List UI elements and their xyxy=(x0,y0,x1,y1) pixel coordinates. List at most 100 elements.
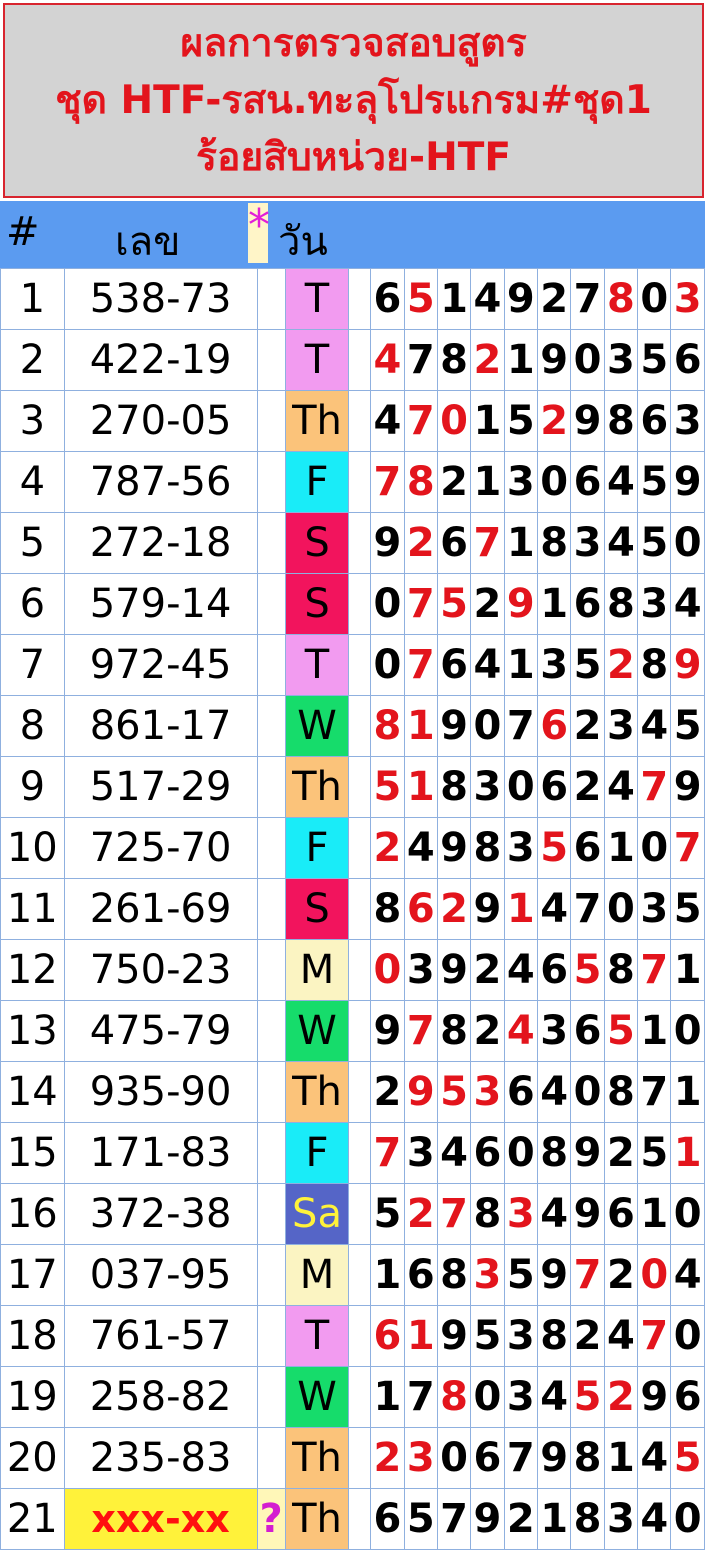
row-day-badge: Th xyxy=(284,756,350,818)
row-digit: 1 xyxy=(436,268,472,330)
table-row: 15 171-83 F 7 3 4 6 0 8 9 2 5 1 xyxy=(0,1122,705,1184)
row-spacer xyxy=(348,634,372,696)
row-index: 15 xyxy=(0,1122,65,1184)
row-digit: 0 xyxy=(570,1061,605,1123)
row-digit: 2 xyxy=(603,634,639,696)
row-digit: 1 xyxy=(503,512,539,574)
row-digit: 4 xyxy=(503,1000,539,1062)
row-digit: 5 xyxy=(637,329,672,391)
table-row: 7 972-45 T 0 7 6 4 1 3 5 2 8 9 xyxy=(0,634,705,696)
row-number: 750-23 xyxy=(63,939,258,1001)
row-digit: 6 xyxy=(503,1061,539,1123)
row-number: 258-82 xyxy=(63,1366,258,1428)
row-mark xyxy=(256,390,286,452)
row-mark xyxy=(256,756,286,818)
row-digit: 1 xyxy=(637,1183,672,1245)
row-mark xyxy=(256,878,286,940)
row-index: 3 xyxy=(0,390,65,452)
row-digit: 6 xyxy=(470,1427,505,1489)
row-number: 517-29 xyxy=(63,756,258,818)
row-digit: 8 xyxy=(403,451,438,513)
row-digit: 6 xyxy=(403,878,438,940)
row-digit: 6 xyxy=(370,268,405,330)
row-index: 5 xyxy=(0,512,65,574)
table-row: 8 861-17 W 8 1 9 0 7 6 2 3 4 5 xyxy=(0,695,705,757)
row-digit: 2 xyxy=(470,1000,505,1062)
row-digit: 7 xyxy=(570,878,605,940)
row-digit: 7 xyxy=(370,451,405,513)
row-mark xyxy=(256,1244,286,1306)
row-digit: 7 xyxy=(570,268,605,330)
table-row: 12 750-23 M 0 3 9 2 4 6 5 8 7 1 xyxy=(0,939,705,1001)
row-mark xyxy=(256,1183,286,1245)
row-digit: 7 xyxy=(670,817,705,879)
row-number: 538-73 xyxy=(63,268,258,330)
row-digit: 2 xyxy=(370,817,405,879)
row-digit: 8 xyxy=(436,329,472,391)
row-mark xyxy=(256,268,286,330)
row-spacer xyxy=(348,817,372,879)
row-digit: 4 xyxy=(637,1488,672,1550)
header-number-index: # xyxy=(6,209,40,255)
row-digit: 3 xyxy=(503,817,539,879)
row-digit: 2 xyxy=(470,573,505,635)
row-digit: 8 xyxy=(436,1000,472,1062)
row-spacer xyxy=(348,756,372,818)
row-number: 475-79 xyxy=(63,1000,258,1062)
row-digit: 7 xyxy=(436,1183,472,1245)
row-digit: 2 xyxy=(470,939,505,1001)
row-spacer xyxy=(348,1183,372,1245)
row-spacer xyxy=(348,1305,372,1367)
row-digit: 2 xyxy=(536,268,572,330)
table-row: 20 235-83 Th 2 3 0 6 7 9 8 1 4 5 xyxy=(0,1427,705,1489)
row-number: 372-38 xyxy=(63,1183,258,1245)
row-digit: 0 xyxy=(670,1305,705,1367)
row-digit: 3 xyxy=(403,939,438,1001)
table-row: 17 037-95 M 1 6 8 3 5 9 7 2 0 4 xyxy=(0,1244,705,1306)
row-digit: 2 xyxy=(370,1427,405,1489)
row-digit: 7 xyxy=(503,695,539,757)
row-digit: 8 xyxy=(436,1244,472,1306)
row-index: 13 xyxy=(0,1000,65,1062)
row-digit: 4 xyxy=(470,268,505,330)
row-digit: 4 xyxy=(637,695,672,757)
row-digit: 3 xyxy=(603,695,639,757)
row-number: 725-70 xyxy=(63,817,258,879)
row-digit: 8 xyxy=(603,268,639,330)
row-digit: 7 xyxy=(570,1244,605,1306)
table-row: 6 579-14 S 0 7 5 2 9 1 6 8 3 4 xyxy=(0,573,705,635)
row-digit: 9 xyxy=(637,1366,672,1428)
row-spacer xyxy=(348,1427,372,1489)
row-index: 10 xyxy=(0,817,65,879)
row-day-badge: M xyxy=(284,1244,350,1306)
row-day-badge: W xyxy=(284,695,350,757)
row-digit: 5 xyxy=(670,878,705,940)
row-digit: 0 xyxy=(637,1244,672,1306)
row-digit: 1 xyxy=(670,1122,705,1184)
header-day: วัน xyxy=(278,219,328,265)
row-digit: 6 xyxy=(570,573,605,635)
row-digit: 4 xyxy=(536,1366,572,1428)
row-digit: 1 xyxy=(670,1061,705,1123)
row-digit: 9 xyxy=(670,756,705,818)
row-index: 12 xyxy=(0,939,65,1001)
row-digit: 9 xyxy=(570,390,605,452)
row-digit: 9 xyxy=(570,1122,605,1184)
row-digit: 4 xyxy=(470,634,505,696)
row-digit: 0 xyxy=(570,329,605,391)
row-mark xyxy=(256,1061,286,1123)
row-index: 11 xyxy=(0,878,65,940)
row-digit: 8 xyxy=(603,1061,639,1123)
table-row: 10 725-70 F 2 4 9 8 3 5 6 1 0 7 xyxy=(0,817,705,879)
table-row: 16 372-38 Sa 5 2 7 8 3 4 9 6 1 0 xyxy=(0,1183,705,1245)
row-digit: 3 xyxy=(503,1183,539,1245)
row-spacer xyxy=(348,1061,372,1123)
row-mark xyxy=(256,573,286,635)
row-index: 4 xyxy=(0,451,65,513)
row-spacer xyxy=(348,1122,372,1184)
row-number: 037-95 xyxy=(63,1244,258,1306)
row-digit: 5 xyxy=(637,512,672,574)
row-day-badge: S xyxy=(284,573,350,635)
row-digit: 0 xyxy=(503,756,539,818)
row-digit: 1 xyxy=(403,1305,438,1367)
